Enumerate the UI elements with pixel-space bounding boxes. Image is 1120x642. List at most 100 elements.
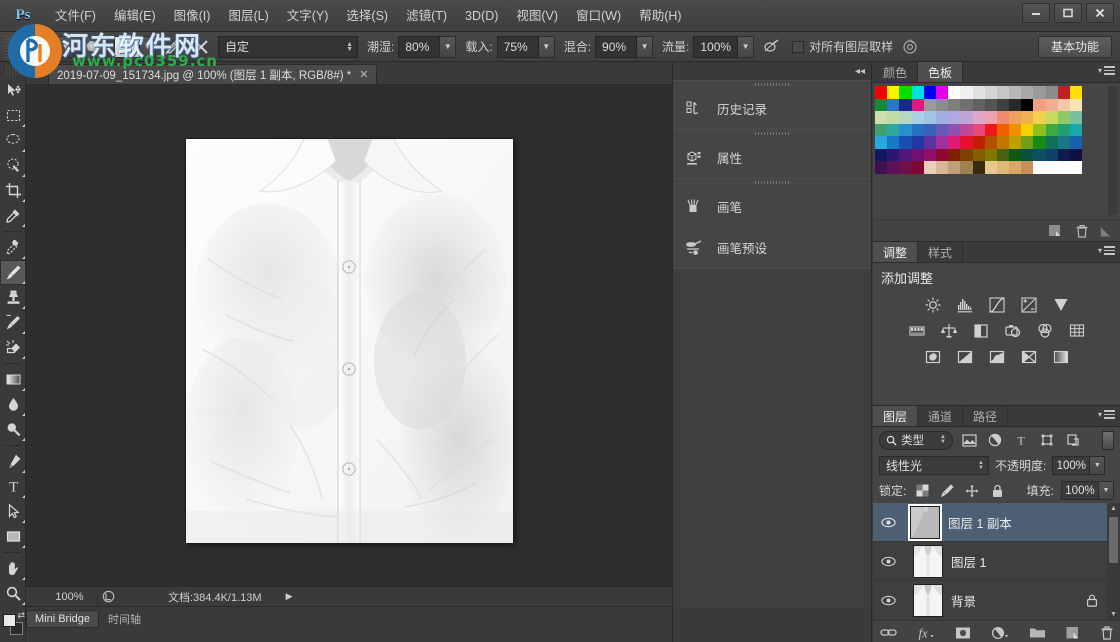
load-color-control[interactable]: ▼	[108, 36, 156, 58]
lock-image-icon[interactable]	[938, 482, 956, 500]
menu-window[interactable]: 窗口(W)	[567, 4, 630, 28]
zoom-level-field[interactable]: 100%	[42, 589, 98, 605]
layer-mask-icon[interactable]	[955, 626, 971, 640]
clone-stamp-tool[interactable]	[0, 285, 26, 310]
color-swatch[interactable]	[1046, 161, 1058, 174]
menu-type[interactable]: 文字(Y)	[278, 4, 338, 28]
lock-all-icon[interactable]	[988, 482, 1006, 500]
color-swatch[interactable]	[1009, 124, 1021, 137]
color-swatches[interactable]: ⇄	[0, 610, 26, 640]
curves-icon[interactable]	[986, 295, 1008, 315]
color-swatch[interactable]	[960, 149, 972, 162]
color-swatch[interactable]	[1009, 99, 1021, 112]
healing-brush-tool[interactable]	[0, 235, 26, 260]
tablet-pressure-icon[interactable]	[899, 36, 921, 58]
color-swatch[interactable]	[899, 149, 911, 162]
color-swatch[interactable]	[1033, 149, 1045, 162]
tab-adjustments[interactable]: 调整	[873, 242, 918, 262]
opacity-value[interactable]: 100%	[1052, 456, 1090, 475]
lock-transparency-icon[interactable]	[913, 482, 931, 500]
brush-preset-dropdown-icon[interactable]: ▼	[58, 36, 74, 58]
hue-saturation-icon[interactable]	[906, 321, 928, 341]
new-group-icon[interactable]	[1029, 626, 1046, 639]
color-swatch[interactable]	[924, 149, 936, 162]
color-swatch[interactable]	[936, 111, 948, 124]
color-swatch[interactable]	[924, 99, 936, 112]
color-swatch[interactable]	[875, 99, 887, 112]
color-swatch[interactable]	[936, 99, 948, 112]
brush-preset-select[interactable]: 自定 ▲▼	[218, 36, 358, 58]
color-swatch[interactable]	[1070, 136, 1082, 149]
move-tool[interactable]	[0, 78, 26, 103]
color-swatch[interactable]	[887, 149, 899, 162]
color-swatch[interactable]	[936, 86, 948, 99]
swatches-resize-grip[interactable]: ◣	[1101, 224, 1110, 238]
color-swatch[interactable]	[997, 149, 1009, 162]
brush-preset-spinner-icon[interactable]: ▲▼	[346, 42, 353, 52]
color-swatch[interactable]	[948, 149, 960, 162]
layer-visibility-icon[interactable]	[877, 517, 899, 528]
channel-mixer-icon[interactable]	[1034, 321, 1056, 341]
document-tab-close-icon[interactable]: ✕	[359, 68, 368, 81]
color-panel-menu-icon[interactable]: ▾	[1098, 66, 1115, 75]
new-fill-adjustment-icon[interactable]	[990, 626, 1010, 640]
color-swatch[interactable]	[997, 99, 1009, 112]
color-swatch[interactable]	[1009, 136, 1021, 149]
color-swatch[interactable]	[1033, 99, 1045, 112]
layer-list-scrollbar[interactable]: ▲ ▼	[1107, 503, 1120, 620]
fill-value[interactable]: 100%	[1061, 481, 1099, 500]
load-color-dropdown-icon[interactable]: ▼	[140, 36, 156, 58]
color-lookup-icon[interactable]	[1066, 321, 1088, 341]
color-swatch[interactable]	[887, 161, 899, 174]
tab-styles[interactable]: 样式	[918, 242, 963, 262]
color-swatch[interactable]	[960, 86, 972, 99]
color-swatch[interactable]	[948, 86, 960, 99]
color-swatch[interactable]	[960, 161, 972, 174]
color-swatch[interactable]	[875, 124, 887, 137]
color-swatch[interactable]	[1046, 136, 1058, 149]
scroll-up-icon[interactable]: ▲	[1110, 505, 1117, 512]
airbrush-icon[interactable]	[760, 36, 782, 58]
menu-filter[interactable]: 滤镜(T)	[397, 4, 456, 28]
menu-layer[interactable]: 图层(L)	[219, 4, 277, 28]
load-control[interactable]: 75% ▼	[497, 36, 555, 58]
color-swatch[interactable]	[912, 86, 924, 99]
color-swatch[interactable]	[973, 136, 985, 149]
load-value[interactable]: 75%	[497, 36, 539, 58]
color-swatch[interactable]	[1046, 124, 1058, 137]
swatches-grid[interactable]	[873, 83, 1120, 177]
exposure-icon[interactable]	[1018, 295, 1040, 315]
color-swatch[interactable]	[1021, 149, 1033, 162]
filter-type-icon[interactable]: T	[1011, 431, 1031, 450]
color-swatch[interactable]	[1046, 149, 1058, 162]
color-swatch[interactable]	[1009, 86, 1021, 99]
color-swatch[interactable]	[1033, 136, 1045, 149]
filter-adjustment-icon[interactable]	[985, 431, 1005, 450]
threshold-icon[interactable]	[986, 347, 1008, 367]
workspace-button[interactable]: 基本功能	[1038, 36, 1112, 58]
swatches-scrollbar[interactable]	[1108, 86, 1118, 215]
color-swatch[interactable]	[899, 124, 911, 137]
black-white-icon[interactable]	[970, 321, 992, 341]
color-swatch[interactable]	[912, 111, 924, 124]
color-swatch[interactable]	[1009, 161, 1021, 174]
dock-item-brush[interactable]: 画笔	[673, 186, 871, 227]
dock-grip-history[interactable]	[673, 81, 871, 88]
vibrance-icon[interactable]	[1050, 295, 1072, 315]
color-swatch[interactable]	[985, 111, 997, 124]
color-swatch[interactable]	[960, 124, 972, 137]
layer-thumbnail[interactable]	[910, 506, 940, 539]
blur-tool[interactable]	[0, 392, 26, 417]
gradient-tool[interactable]	[0, 367, 26, 392]
color-swatch[interactable]	[887, 111, 899, 124]
color-swatch[interactable]	[973, 161, 985, 174]
brush-tip-swatch[interactable]	[80, 36, 108, 58]
blend-mode-spinner-icon[interactable]: ▲▼	[978, 461, 984, 471]
tab-swatches[interactable]: 色板	[918, 62, 963, 82]
color-swatch[interactable]	[924, 136, 936, 149]
color-swatch[interactable]	[936, 124, 948, 137]
color-swatch[interactable]	[973, 86, 985, 99]
canvas-image[interactable]	[186, 139, 513, 543]
delete-swatch-icon[interactable]	[1075, 224, 1089, 238]
minimize-button[interactable]	[1022, 3, 1050, 23]
